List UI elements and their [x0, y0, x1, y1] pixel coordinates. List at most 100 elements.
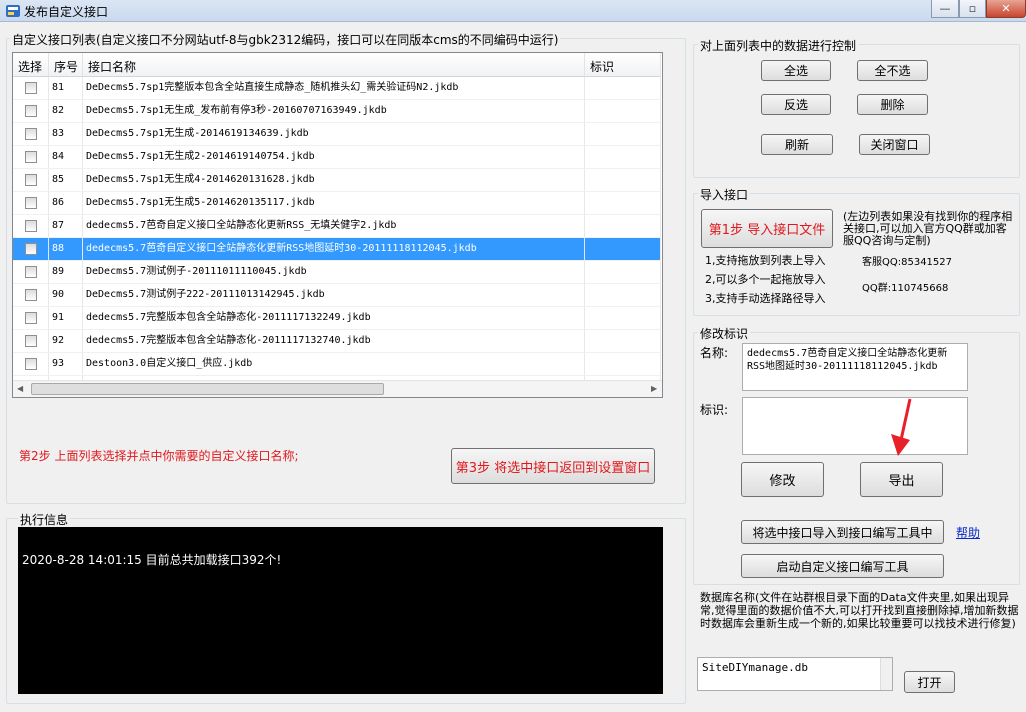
select-cell [13, 238, 49, 260]
select-all-button[interactable]: 全选 [761, 60, 831, 81]
import-note: (左边列表如果没有找到你的程序相关接口,可以加入官方QQ群或加客服QQ咨询与定制… [843, 210, 1013, 247]
row-number: 92 [49, 330, 83, 352]
table-row[interactable]: 86 DeDecms5.7sp1无生成5-2014620135117.jkdb [13, 192, 661, 215]
row-checkbox[interactable] [25, 266, 37, 278]
minimize-button[interactable]: — [931, 0, 959, 18]
scroll-left-icon[interactable]: ◀ [17, 384, 23, 393]
row-tag [585, 215, 661, 237]
step1-import-file-button[interactable]: 第1步 导入接口文件 [701, 209, 833, 248]
row-name: dedecms5.7芭奇自定义接口全站静态化更新RSS地图延时30-201111… [83, 238, 585, 260]
row-checkbox[interactable] [25, 82, 37, 94]
row-checkbox[interactable] [25, 174, 37, 186]
interface-list-group-label: 自定义接口列表(自定义接口不分网站utf-8与gbk2312编码，接口可以在同版… [10, 31, 561, 48]
table-row[interactable]: 89 DeDecms5.7测试例子-20111011110045.jkdb [13, 261, 661, 284]
table-row[interactable]: 93 Destoon3.0自定义接口_供应.jkdb [13, 353, 661, 376]
db-filename-text: SiteDIYmanage.db [702, 661, 808, 674]
row-number: 84 [49, 146, 83, 168]
row-checkbox[interactable] [25, 358, 37, 370]
delete-button[interactable]: 删除 [857, 94, 928, 115]
column-header-number[interactable]: 序号 [49, 53, 83, 77]
deselect-all-button[interactable]: 全不选 [857, 60, 928, 81]
name-field[interactable]: dedecms5.7芭奇自定义接口全站静态化更新RSS地图延时30-201111… [742, 343, 968, 391]
qq-group-text: QQ群:110745668 [862, 283, 949, 294]
row-checkbox[interactable] [25, 220, 37, 232]
tag-field[interactable] [742, 397, 968, 455]
row-number: 82 [49, 100, 83, 122]
horizontal-scrollbar[interactable]: ◀ ▶ [13, 380, 662, 397]
launch-tool-button[interactable]: 启动自定义接口编写工具 [741, 554, 944, 578]
row-tag [585, 77, 661, 99]
table-row[interactable]: 90 DeDecms5.7测试例子222-20111013142945.jkdb [13, 284, 661, 307]
interface-table[interactable]: 选择 序号 接口名称 标识 81 DeDecms5.7sp1完整版本包含全站直接生… [12, 52, 663, 398]
close-window-action-button[interactable]: 关闭窗口 [859, 134, 930, 155]
modify-button[interactable]: 修改 [741, 462, 824, 497]
row-number: 93 [49, 353, 83, 375]
select-cell [13, 146, 49, 168]
table-row[interactable]: 92 dedecms5.7完整版本包含全站静态化-2011117132740.jk… [13, 330, 661, 353]
select-cell [13, 123, 49, 145]
select-cell [13, 215, 49, 237]
app-icon [5, 3, 21, 19]
table-row[interactable]: 82 DeDecms5.7sp1无生成_发布前有停3秒-2016070716394… [13, 100, 661, 123]
row-name: DeDecms5.7sp1无生成-2014619134639.jkdb [83, 123, 585, 145]
select-cell [13, 192, 49, 214]
horizontal-scroll-thumb[interactable] [31, 383, 384, 395]
maximize-button[interactable]: ▫ [959, 0, 986, 18]
row-name: Destoon3.0自定义接口_供应.jkdb [83, 353, 585, 375]
db-filename-field[interactable]: SiteDIYmanage.db [697, 657, 893, 691]
row-tag [585, 100, 661, 122]
minimize-icon: — [939, 2, 951, 15]
vertical-scrollbar[interactable]: ▲ ▼ [662, 53, 663, 397]
invert-selection-button[interactable]: 反选 [761, 94, 831, 115]
row-number: 86 [49, 192, 83, 214]
row-number: 91 [49, 307, 83, 329]
import-to-tool-button[interactable]: 将选中接口导入到接口编写工具中 [741, 520, 944, 544]
row-tag [585, 146, 661, 168]
row-tag [585, 192, 661, 214]
table-row[interactable]: 87 dedecms5.7芭奇自定义接口全站静态化更新RSS_无填关健字2.jkd… [13, 215, 661, 238]
title-bar [0, 0, 1026, 22]
db-field-scrollbar[interactable] [880, 658, 892, 690]
row-name: DeDecms5.7sp1无生成2-2014619140754.jkdb [83, 146, 585, 168]
select-cell [13, 261, 49, 283]
row-number: 89 [49, 261, 83, 283]
column-header-tag[interactable]: 标识 [585, 53, 661, 77]
row-checkbox[interactable] [25, 335, 37, 347]
refresh-button[interactable]: 刷新 [761, 134, 833, 155]
row-name: dedecms5.7完整版本包含全站静态化-2011117132740.jkdb [83, 330, 585, 352]
row-checkbox[interactable] [25, 289, 37, 301]
help-link[interactable]: 帮助 [956, 524, 980, 541]
select-cell [13, 100, 49, 122]
step2-instruction: 第2步 上面列表选择并点中你需要的自定义接口名称; [19, 449, 299, 463]
row-checkbox[interactable] [25, 128, 37, 140]
maximize-icon: ▫ [968, 2, 977, 15]
row-name: DeDecms5.7sp1无生成4-2014620131628.jkdb [83, 169, 585, 191]
close-window-button[interactable]: ✕ [986, 0, 1026, 18]
table-row[interactable]: 84 DeDecms5.7sp1无生成2-2014619140754.jkdb [13, 146, 661, 169]
table-row[interactable]: 81 DeDecms5.7sp1完整版本包含全站直接生成静态_随机推头幻_需关验证… [13, 77, 661, 100]
row-checkbox[interactable] [25, 312, 37, 324]
row-checkbox[interactable] [25, 151, 37, 163]
column-header-select[interactable]: 选择 [13, 53, 49, 77]
open-db-button[interactable]: 打开 [904, 671, 955, 693]
exec-log-console[interactable]: 2020-8-28 14:01:15 目前总共加载接口392个! [18, 527, 663, 694]
row-tag [585, 307, 661, 329]
scroll-right-icon[interactable]: ▶ [651, 384, 657, 393]
table-row[interactable]: 83 DeDecms5.7sp1无生成-2014619134639.jkdb [13, 123, 661, 146]
select-cell [13, 353, 49, 375]
column-header-name[interactable]: 接口名称 [83, 53, 585, 77]
exec-info-label: 执行信息 [18, 511, 71, 528]
import-tip-3: 3,支持手动选择路径导入 [705, 292, 826, 305]
row-number: 87 [49, 215, 83, 237]
row-tag [585, 261, 661, 283]
row-checkbox[interactable] [25, 105, 37, 117]
step3-return-button[interactable]: 第3步 将选中接口返回到设置窗口 [451, 448, 655, 484]
table-row[interactable]: 88 dedecms5.7芭奇自定义接口全站静态化更新RSS地图延时30-2011… [13, 238, 661, 261]
row-checkbox[interactable] [25, 197, 37, 209]
table-row[interactable]: 91 dedecms5.7完整版本包含全站静态化-2011117132249.jk… [13, 307, 661, 330]
row-checkbox[interactable] [25, 243, 37, 255]
export-button[interactable]: 导出 [860, 462, 943, 497]
select-cell [13, 307, 49, 329]
close-icon: ✕ [1001, 2, 1011, 15]
table-row[interactable]: 85 DeDecms5.7sp1无生成4-2014620131628.jkdb [13, 169, 661, 192]
